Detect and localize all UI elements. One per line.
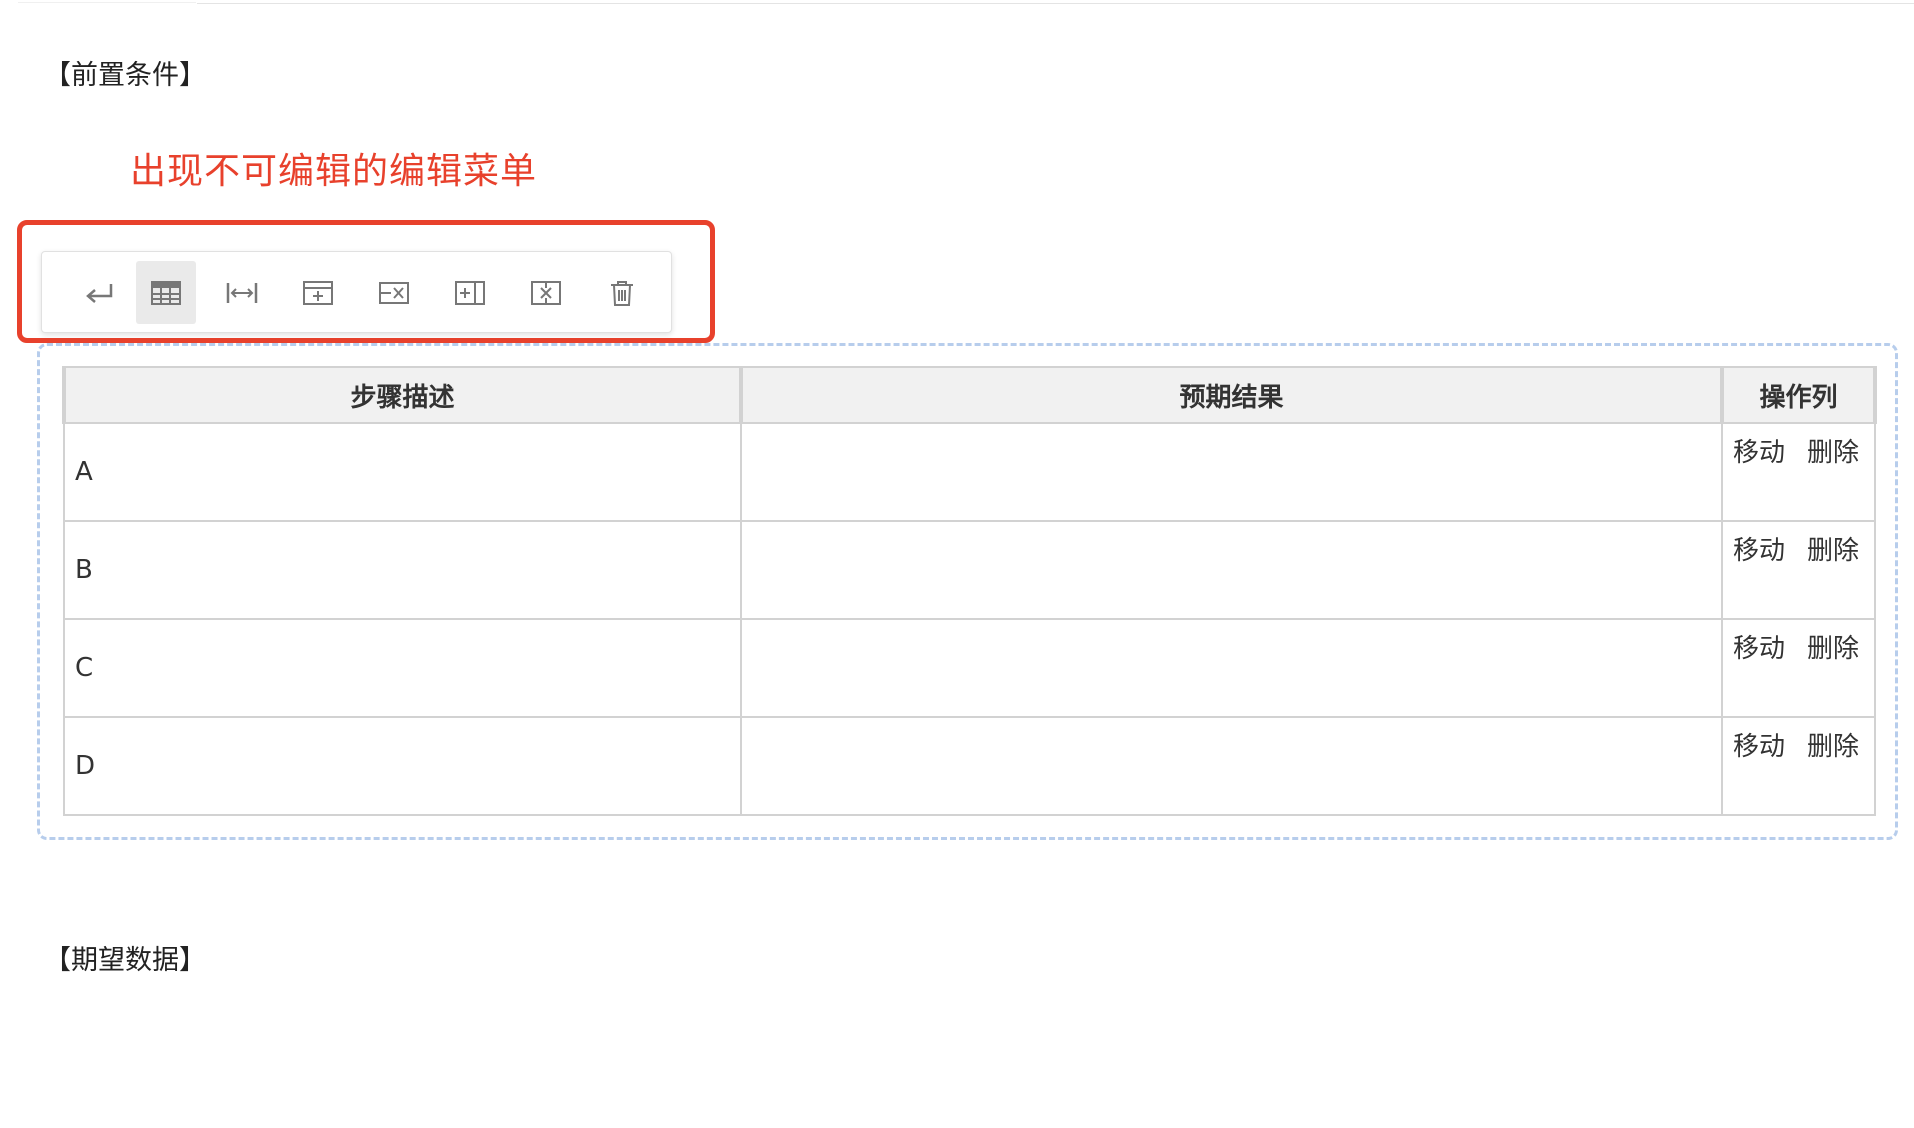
move-link[interactable]: 移动	[1733, 536, 1785, 566]
annotation-text: 出现不可编辑的编辑菜单	[130, 151, 538, 192]
operation-cell: 移动 删除	[1721, 520, 1876, 620]
table-properties-button[interactable]	[136, 261, 196, 324]
header-expected-result[interactable]: 预期结果	[739, 366, 1724, 424]
delete-table-button[interactable]	[592, 261, 652, 324]
table-row: B 移动 删除	[63, 520, 1876, 620]
steps-table: 步骤描述 预期结果 操作列 A 移动 删除 B 移动 删除 C 移动 删除 D …	[62, 366, 1877, 816]
insert-row-button[interactable]	[288, 261, 348, 324]
insert-row-icon	[303, 280, 333, 305]
expected-cell[interactable]	[740, 520, 1723, 620]
delete-row-icon	[379, 281, 409, 304]
delete-column-icon	[531, 280, 561, 305]
move-link[interactable]: 移动	[1733, 634, 1785, 664]
table-row: C 移动 删除	[63, 618, 1876, 718]
tab-edge	[18, 0, 196, 3]
expected-cell[interactable]	[740, 422, 1723, 522]
enter-button[interactable]	[70, 261, 130, 324]
insert-column-button[interactable]	[440, 261, 500, 324]
precondition-title: 【前置条件】	[44, 60, 206, 91]
top-divider	[197, 0, 1914, 4]
insert-column-icon	[455, 280, 485, 305]
table-row: A 移动 删除	[63, 422, 1876, 522]
delete-link[interactable]: 删除	[1807, 732, 1859, 762]
step-cell[interactable]: A	[63, 422, 742, 522]
table-edit-toolbar	[41, 251, 672, 333]
delete-link[interactable]: 删除	[1807, 438, 1859, 468]
delete-link[interactable]: 删除	[1807, 634, 1859, 664]
operation-cell: 移动 删除	[1721, 422, 1876, 522]
column-width-icon	[226, 282, 258, 303]
table-header-row: 步骤描述 预期结果 操作列	[62, 366, 1877, 424]
move-link[interactable]: 移动	[1733, 438, 1785, 468]
step-cell[interactable]: D	[63, 716, 742, 816]
expected-cell[interactable]	[740, 618, 1723, 718]
table-row: D 移动 删除	[63, 716, 1876, 816]
header-step-description[interactable]: 步骤描述	[62, 366, 743, 424]
header-operations[interactable]: 操作列	[1720, 366, 1877, 424]
operation-cell: 移动 删除	[1721, 618, 1876, 718]
step-cell[interactable]: B	[63, 520, 742, 620]
move-link[interactable]: 移动	[1733, 732, 1785, 762]
expected-data-title: 【期望数据】	[44, 945, 206, 976]
column-width-button[interactable]	[212, 261, 272, 324]
delete-column-button[interactable]	[516, 261, 576, 324]
enter-icon	[86, 283, 113, 303]
expected-cell[interactable]	[740, 716, 1723, 816]
table-icon	[151, 280, 181, 305]
delete-row-button[interactable]	[364, 261, 424, 324]
trash-icon	[611, 280, 633, 306]
step-cell[interactable]: C	[63, 618, 742, 718]
delete-link[interactable]: 删除	[1807, 536, 1859, 566]
operation-cell: 移动 删除	[1721, 716, 1876, 816]
